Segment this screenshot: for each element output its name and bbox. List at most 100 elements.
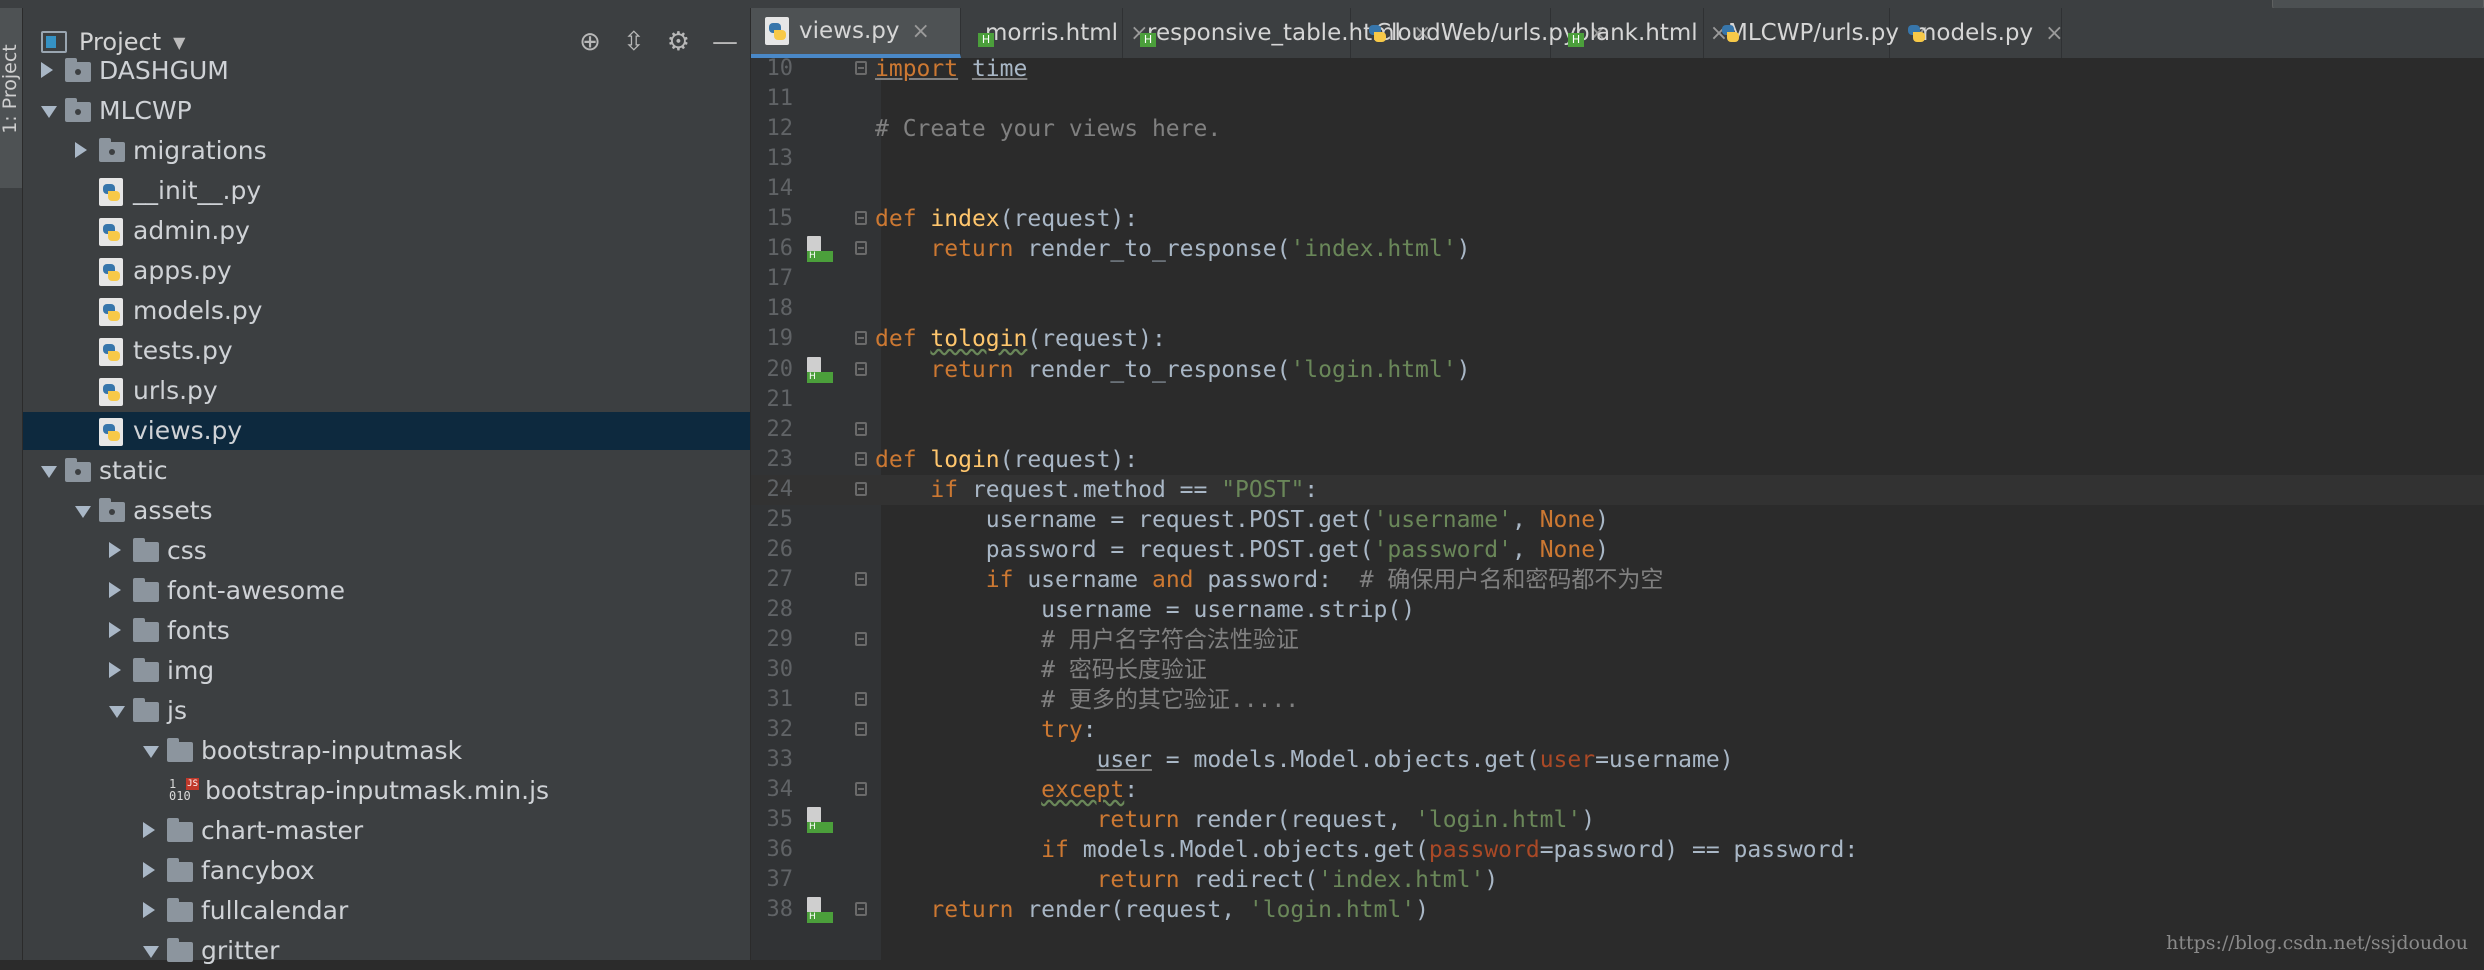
tree-file[interactable]: 1 010 JS bootstrap-inputmask.min.js [23, 772, 750, 810]
chevron-right-icon[interactable] [109, 622, 121, 638]
code-text[interactable]: return render_to_response('login.html') [875, 355, 1470, 385]
chevron-down-icon[interactable] [41, 106, 57, 118]
chevron-down-icon[interactable] [41, 466, 57, 478]
chevron-right-icon[interactable] [109, 542, 121, 558]
line-number: 27 [766, 566, 794, 592]
code-text[interactable]: # 用户名字符合法性验证 [875, 625, 1299, 655]
code-text[interactable]: return render(request, 'login.html') [875, 805, 1596, 835]
html-template-marker-icon[interactable]: H [807, 356, 833, 383]
tree-file[interactable]: admin.py [23, 212, 750, 250]
code-line: 19 def tologin(request): [751, 324, 2484, 354]
editor-tab[interactable]: CloudWeb/urls.py × [1351, 8, 1607, 58]
code-text[interactable]: username = request.POST.get('username', … [875, 505, 1609, 535]
tree-folder[interactable]: assets [23, 492, 750, 530]
editor-tab[interactable]: responsive_table.html × [1123, 8, 1431, 58]
code-text[interactable]: if request.method == "POST": [875, 475, 1318, 505]
tree-folder[interactable]: static [23, 452, 750, 490]
editor-tab[interactable]: blank.html × [1551, 8, 1728, 58]
code-text[interactable]: username = username.strip() [875, 595, 1415, 625]
editor-tab[interactable]: morris.html× [961, 8, 1149, 58]
tree-folder[interactable]: img [23, 652, 750, 690]
code-line: 23 def login(request): [751, 445, 2484, 475]
chevron-right-icon[interactable] [75, 142, 87, 158]
code-text[interactable]: if models.Model.objects.get(password=pas… [875, 835, 1858, 865]
fold-icon[interactable] [855, 211, 867, 226]
chevron-down-icon[interactable]: ▼ [173, 33, 185, 52]
chevron-right-icon[interactable] [109, 582, 121, 598]
editor-tab[interactable]: views.py × [751, 8, 961, 58]
chevron-down-icon[interactable] [109, 706, 125, 718]
close-icon[interactable]: × [911, 19, 929, 44]
code-text[interactable]: user = models.Model.objects.get(user=use… [875, 745, 1734, 775]
html-template-marker-icon[interactable]: H [807, 807, 833, 834]
tree-item-label: fullcalendar [201, 896, 349, 925]
code-text[interactable]: def login(request): [875, 445, 1138, 475]
tree-folder[interactable]: chart-master [23, 812, 750, 850]
tree-folder[interactable]: font-awesome [23, 572, 750, 610]
code-text[interactable]: def index(request): [875, 204, 1138, 234]
chevron-down-icon[interactable] [75, 506, 91, 518]
fold-icon[interactable] [855, 692, 867, 707]
fold-icon[interactable] [855, 902, 867, 917]
code-text[interactable]: try: [875, 715, 1096, 745]
chevron-down-icon[interactable] [143, 946, 159, 958]
tree-folder[interactable]: DASHGUM [23, 52, 750, 90]
tree-folder[interactable]: js [23, 692, 750, 730]
fold-icon[interactable] [855, 782, 867, 797]
chevron-down-icon[interactable] [143, 746, 159, 758]
fold-icon[interactable] [855, 361, 867, 376]
tree-folder[interactable]: css [23, 532, 750, 570]
fold-icon[interactable] [855, 61, 867, 75]
html-template-marker-icon[interactable]: H [807, 897, 833, 924]
code-text[interactable]: import time [875, 54, 1027, 84]
code-text[interactable]: return render_to_response('index.html') [875, 234, 1470, 264]
fold-icon[interactable] [855, 631, 867, 646]
fold-icon[interactable] [855, 571, 867, 586]
tree-folder[interactable]: migrations [23, 132, 750, 170]
chevron-right-icon[interactable] [143, 822, 155, 838]
html-template-marker-icon[interactable]: H [807, 236, 833, 263]
tree-folder[interactable]: fonts [23, 612, 750, 650]
fold-icon[interactable] [855, 241, 867, 256]
code-text[interactable]: # 密码长度验证 [875, 655, 1207, 685]
tree-file[interactable]: tests.py [23, 332, 750, 370]
editor-tab[interactable]: MLCWP/urls.py× [1704, 8, 1929, 58]
code-text[interactable]: return redirect('index.html') [875, 865, 1499, 895]
code-text[interactable]: # Create your views here. [875, 114, 1221, 144]
tree-file[interactable]: urls.py [23, 372, 750, 410]
tree-folder[interactable]: gritter [23, 932, 750, 970]
code-editor[interactable]: 10 import time 11 12 # Create your views her… [751, 56, 2484, 960]
code-text[interactable]: except: [875, 775, 1138, 805]
tree-folder[interactable]: fullcalendar [23, 892, 750, 930]
line-number: 26 [766, 536, 794, 562]
editor-tab[interactable]: models.py × [1890, 8, 2064, 58]
code-text[interactable]: if username and password: # 确保用户名和密码都不为空 [875, 565, 1664, 595]
chevron-right-icon[interactable] [143, 902, 155, 918]
close-icon[interactable]: × [2045, 21, 2063, 46]
code-line: 25 username = request.POST.get('username… [751, 505, 2484, 535]
line-number: 12 [766, 116, 794, 142]
chevron-right-icon[interactable] [109, 662, 121, 678]
fold-icon[interactable] [855, 481, 867, 496]
tree-file[interactable]: views.py [23, 412, 750, 450]
fold-icon[interactable] [855, 421, 867, 436]
chevron-right-icon[interactable] [41, 62, 53, 78]
fold-icon[interactable] [855, 722, 867, 737]
project-tool-tab[interactable]: 1: Project [0, 8, 22, 188]
code-text[interactable]: def tologin(request): [875, 324, 1166, 354]
code-text[interactable]: # 更多的其它验证..... [875, 685, 1299, 715]
chevron-right-icon[interactable] [143, 862, 155, 878]
folder-icon [133, 698, 159, 722]
code-text[interactable]: return render(request, 'login.html') [875, 895, 1429, 925]
tree-folder[interactable]: fancybox [23, 852, 750, 890]
tree-file[interactable]: apps.py [23, 252, 750, 290]
tree-file[interactable]: models.py [23, 292, 750, 330]
tree-folder[interactable]: MLCWP [23, 92, 750, 130]
tree-file[interactable]: __init__.py [23, 172, 750, 210]
tree-folder[interactable]: bootstrap-inputmask [23, 732, 750, 770]
ide-window: 1: Project Project ▼ ⊕ ⇳ ⚙ — DASHGUM MLCW… [0, 0, 2484, 965]
tree-item-label: img [167, 656, 215, 685]
fold-icon[interactable] [855, 331, 867, 346]
code-text[interactable]: password = request.POST.get('password', … [875, 535, 1609, 565]
fold-icon[interactable] [855, 451, 867, 466]
